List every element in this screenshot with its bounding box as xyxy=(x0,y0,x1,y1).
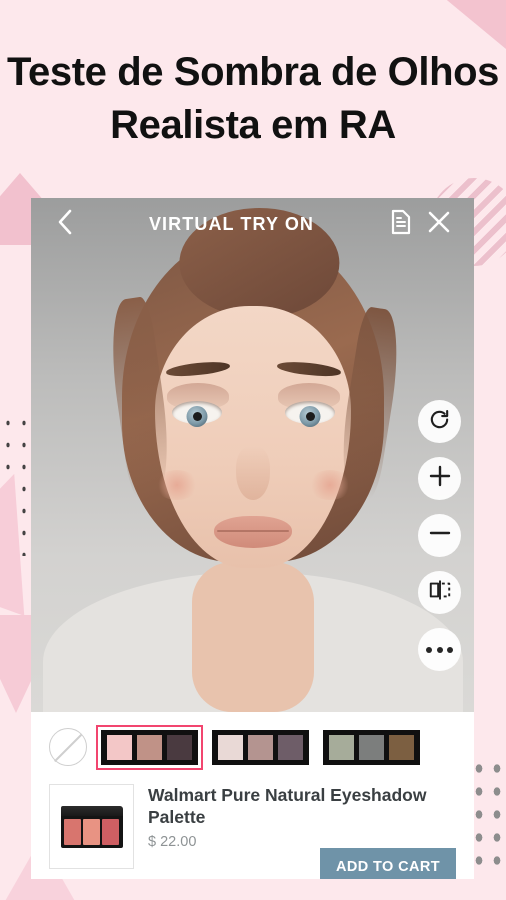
camera-controls xyxy=(418,400,461,671)
zoom-in-button[interactable] xyxy=(418,457,461,500)
model-portrait-image xyxy=(31,198,474,712)
portrait-lips xyxy=(213,516,292,548)
palette-option-3[interactable] xyxy=(323,729,420,765)
no-shade-button[interactable] xyxy=(49,728,87,766)
add-to-cart-button[interactable]: ADD TO CART xyxy=(319,848,456,879)
chevron-left-icon xyxy=(56,208,73,241)
ellipsis-icon xyxy=(426,646,453,653)
product-name: Walmart Pure Natural Eyeshadow Palette xyxy=(148,785,427,827)
product-info-button[interactable] xyxy=(382,209,420,240)
portrait-lip-line xyxy=(216,530,289,532)
swatch xyxy=(389,734,414,760)
shade-selection-panel: Walmart Pure Natural Eyeshadow Palette $… xyxy=(31,712,474,879)
more-options-button[interactable] xyxy=(418,628,461,671)
close-icon xyxy=(426,209,452,240)
palette-pan xyxy=(82,818,101,845)
split-compare-icon xyxy=(428,579,452,606)
shade-swatch-row xyxy=(49,724,456,770)
swatch xyxy=(248,734,273,760)
swatch xyxy=(329,734,354,760)
portrait-nose xyxy=(235,446,270,500)
portrait-iris-right xyxy=(299,406,321,427)
product-card: Walmart Pure Natural Eyeshadow Palette $… xyxy=(49,784,456,879)
palette-pan xyxy=(102,818,120,845)
palette-option-1[interactable] xyxy=(96,724,203,770)
portrait-eye-left xyxy=(172,401,222,427)
rotate-ccw-icon xyxy=(428,408,451,436)
try-on-camera-viewport[interactable]: VIRTUAL TRY ON xyxy=(31,198,474,712)
swatch xyxy=(107,734,132,760)
portrait-eye-right xyxy=(285,401,335,427)
back-button[interactable] xyxy=(47,208,81,241)
reset-button[interactable] xyxy=(418,400,461,443)
palette-pan xyxy=(63,818,81,845)
swatch xyxy=(137,734,162,760)
virtual-try-on-app: VIRTUAL TRY ON Walmart Pure Natural Eyes… xyxy=(31,198,474,879)
minus-icon xyxy=(429,522,451,549)
swatch xyxy=(359,734,384,760)
portrait-pupil-left xyxy=(192,412,202,421)
swatch xyxy=(167,734,192,760)
product-thumbnail[interactable] xyxy=(49,784,134,869)
swatch xyxy=(218,734,243,760)
palette-pans xyxy=(60,815,123,848)
page-title: Teste de Sombra de Olhos Realista em RA xyxy=(6,50,499,147)
product-details: Walmart Pure Natural Eyeshadow Palette $… xyxy=(148,784,456,879)
portrait-iris-left xyxy=(186,406,208,427)
cart-action-row: ADD TO CART xyxy=(148,848,456,879)
compare-button[interactable] xyxy=(418,571,461,614)
portrait-pupil-right xyxy=(305,412,315,421)
close-button[interactable] xyxy=(420,209,458,240)
plus-icon xyxy=(429,465,451,492)
zoom-out-button[interactable] xyxy=(418,514,461,557)
document-icon xyxy=(390,209,412,240)
app-title: VIRTUAL TRY ON xyxy=(148,213,315,234)
portrait-cheek-right xyxy=(308,470,352,500)
portrait-neck xyxy=(191,562,314,712)
portrait-cheek-left xyxy=(155,470,199,500)
app-header: VIRTUAL TRY ON xyxy=(31,198,474,250)
palette-option-2[interactable] xyxy=(212,729,309,765)
swatch xyxy=(278,734,303,760)
eyeshadow-palette-icon xyxy=(60,805,123,848)
